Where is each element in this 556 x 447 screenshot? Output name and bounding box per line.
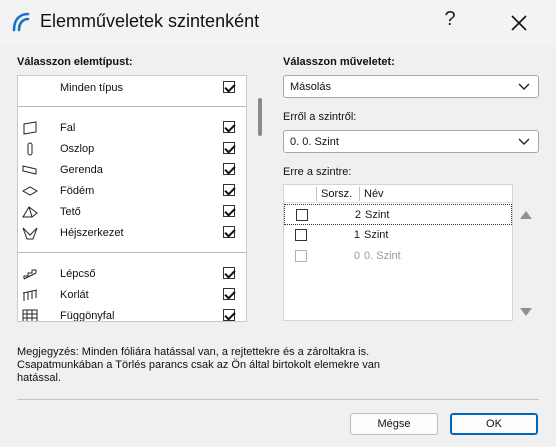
title-bar: Elemműveletek szintenként ?	[0, 0, 556, 46]
archicad-app-icon	[12, 12, 30, 32]
stair-icon	[23, 269, 37, 280]
type-checkbox[interactable]	[223, 142, 235, 154]
type-checkbox[interactable]	[223, 309, 235, 321]
type-row-stair[interactable]: Lépcső	[18, 264, 246, 284]
ok-button[interactable]: OK	[450, 413, 538, 435]
railing-icon	[22, 289, 38, 301]
column-separator	[316, 187, 317, 201]
level-name: Szint	[364, 229, 389, 241]
all-types-checkbox[interactable]	[223, 81, 235, 93]
operation-label: Válasszon műveletet:	[283, 56, 395, 68]
type-label: Lépcső	[60, 268, 96, 280]
from-level-value: 0. 0. Szint	[290, 136, 339, 148]
chevron-down-icon	[518, 138, 530, 145]
type-row-roof[interactable]: Tető	[18, 202, 246, 222]
type-row-curtain-wall[interactable]: Függönyfal	[18, 306, 246, 322]
level-number: 2	[354, 209, 361, 221]
type-checkbox[interactable]	[223, 121, 235, 133]
close-icon[interactable]	[506, 10, 532, 36]
type-row-beam[interactable]: Gerenda	[18, 160, 246, 180]
type-label: Oszlop	[60, 143, 95, 155]
window-title: Elemműveletek szintenként	[40, 11, 260, 31]
type-label: Korlát	[60, 289, 89, 301]
type-checkbox[interactable]	[223, 163, 235, 175]
help-button[interactable]: ?	[438, 8, 462, 36]
type-row-wall[interactable]: Fal	[18, 118, 246, 138]
type-label: Födém	[60, 185, 95, 197]
wall-icon	[23, 121, 37, 135]
level-checkbox	[295, 250, 307, 262]
level-checkbox[interactable]	[296, 209, 308, 221]
type-label: Fal	[60, 122, 76, 134]
level-row[interactable]: 1 Szint	[284, 225, 512, 246]
column-header-number[interactable]: Sorsz.	[321, 188, 352, 200]
type-checkbox[interactable]	[223, 184, 235, 196]
type-row-slab[interactable]: Födém	[18, 181, 246, 201]
type-row-railing[interactable]: Korlát	[18, 285, 246, 305]
shell-icon	[22, 227, 38, 240]
slab-icon	[22, 186, 38, 196]
to-level-list: Sorsz. Név 2 Szint 1 Szint 0 0. Szint	[283, 184, 513, 321]
beam-icon	[22, 165, 37, 175]
level-name: Szint	[365, 209, 390, 221]
type-checkbox[interactable]	[223, 205, 235, 217]
roof-icon	[22, 206, 38, 218]
move-down-arrow-icon[interactable]	[520, 308, 532, 316]
list-divider	[18, 252, 246, 253]
level-list-header: Sorsz. Név	[284, 185, 512, 203]
from-level-dropdown[interactable]: 0. 0. Szint	[283, 130, 539, 153]
cancel-button[interactable]: Mégse	[350, 413, 438, 435]
to-level-label: Erre a szintre:	[283, 166, 352, 178]
level-checkbox[interactable]	[295, 229, 307, 241]
element-type-label: Válasszon elemtípust:	[17, 56, 133, 68]
column-header-name[interactable]: Név	[364, 188, 384, 200]
operation-dropdown[interactable]: Másolás	[283, 75, 539, 98]
level-number: 0	[353, 250, 360, 262]
from-level-label: Erről a szintről:	[283, 111, 357, 123]
type-checkbox[interactable]	[223, 226, 235, 238]
column-icon	[27, 142, 33, 156]
level-row: 0 0. Szint	[284, 246, 512, 267]
type-checkbox[interactable]	[223, 288, 235, 300]
type-label: Héjszerkezet	[60, 227, 124, 239]
type-label: Függönyfal	[60, 310, 115, 322]
type-checkbox[interactable]	[223, 267, 235, 279]
all-types-label: Minden típus	[60, 82, 123, 94]
type-label: Gerenda	[60, 164, 103, 176]
type-label: Tető	[60, 206, 81, 218]
all-types-row[interactable]: Minden típus	[18, 78, 246, 98]
type-row-shell[interactable]: Héjszerkezet	[18, 223, 246, 243]
move-up-arrow-icon[interactable]	[520, 211, 532, 219]
type-row-column[interactable]: Oszlop	[18, 139, 246, 159]
curtain-wall-icon	[22, 309, 38, 321]
operation-value: Másolás	[290, 81, 331, 93]
chevron-down-icon	[518, 83, 530, 90]
bottom-divider	[17, 399, 539, 400]
column-separator	[359, 187, 360, 201]
type-list-scrollbar[interactable]	[258, 98, 262, 136]
list-divider	[18, 106, 246, 107]
level-row[interactable]: 2 Szint	[284, 204, 512, 225]
level-name: 0. Szint	[364, 250, 401, 262]
element-type-list: Minden típus Fal Oszlop Gerenda Födém Te…	[17, 75, 247, 322]
note-text: Megjegyzés: Minden fóliára hatással van,…	[17, 346, 380, 384]
level-number: 1	[353, 229, 360, 241]
